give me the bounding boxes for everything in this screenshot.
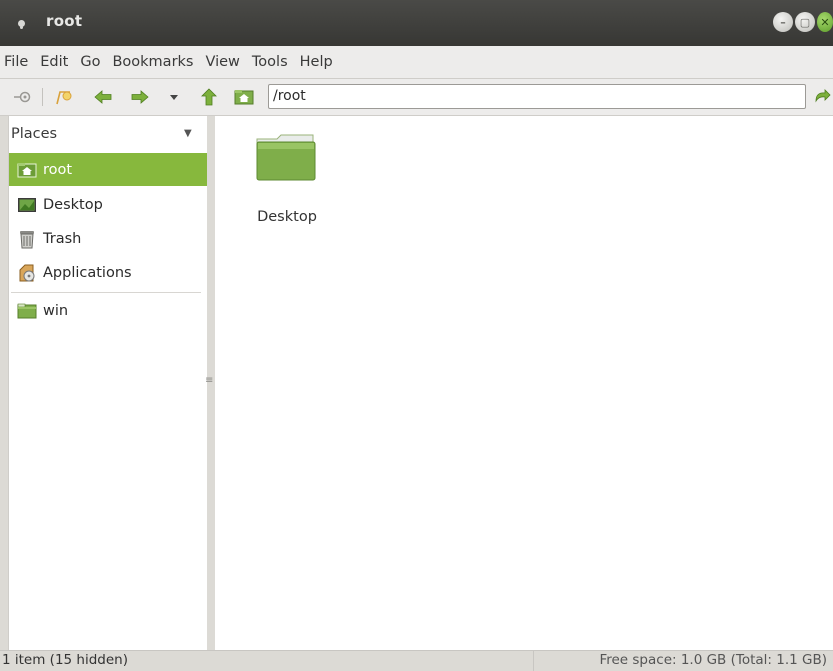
window-title: root <box>46 12 83 30</box>
menu-edit[interactable]: Edit <box>34 54 74 70</box>
sidebar-item-label: Trash <box>43 230 82 247</box>
applications-icon <box>17 263 37 283</box>
file-view[interactable]: Desktop <box>215 116 833 650</box>
title-bar: root – ▢ ✕ <box>0 0 833 46</box>
sidebar-item-label: Applications <box>43 264 132 281</box>
desktop-icon <box>17 195 37 215</box>
home-icon[interactable] <box>234 87 254 107</box>
toolbar: /root <box>0 79 833 116</box>
sidebar-item-label: win <box>43 302 69 319</box>
places-label: Places <box>11 126 58 142</box>
status-bar: 1 item (15 hidden) Free space: 1.0 GB (T… <box>0 650 833 671</box>
sidebar-item-trash[interactable]: Trash <box>9 222 208 255</box>
home-folder-icon <box>17 160 37 180</box>
back-icon[interactable] <box>93 87 113 107</box>
sidebar-item-desktop[interactable]: Desktop <box>9 188 208 221</box>
sidebar-item-root[interactable]: root <box>9 153 208 186</box>
maximize-button[interactable]: ▢ <box>795 12 815 32</box>
minimize-button[interactable]: – <box>773 12 793 32</box>
menu-bar: File Edit Go Bookmarks View Tools Help <box>0 46 833 79</box>
menu-tools[interactable]: Tools <box>246 54 294 70</box>
menu-bookmarks[interactable]: Bookmarks <box>106 54 199 70</box>
sidebar-item-win[interactable]: win <box>9 294 208 327</box>
file-item-desktop[interactable]: Desktop <box>245 133 329 225</box>
toolbar-separator <box>42 88 43 106</box>
places-dropdown[interactable]: Places ▼ <box>9 116 208 153</box>
chevron-down-icon[interactable]: ▼ <box>184 128 192 139</box>
up-icon[interactable] <box>199 87 219 107</box>
pane-handle-icon[interactable]: ≡ <box>205 375 213 386</box>
close-button[interactable]: ✕ <box>817 12 833 32</box>
window-menu-icon[interactable] <box>14 16 28 30</box>
status-separator <box>533 651 534 671</box>
menu-view[interactable]: View <box>199 54 245 70</box>
menu-help[interactable]: Help <box>294 54 339 70</box>
sidebar: Places ▼ root Desktop Trash Applications… <box>8 116 208 650</box>
status-free-space: Free space: 1.0 GB (Total: 1.1 GB) <box>599 652 827 668</box>
menu-go[interactable]: Go <box>74 54 106 70</box>
location-input[interactable]: /root <box>268 84 806 109</box>
file-name: Desktop <box>257 209 317 225</box>
sidebar-item-label: Desktop <box>43 196 103 213</box>
menu-file[interactable]: File <box>0 54 34 70</box>
sidebar-item-applications[interactable]: Applications <box>9 256 208 289</box>
history-dropdown-icon[interactable] <box>164 87 184 107</box>
new-tab-icon[interactable] <box>54 87 74 107</box>
sidebar-divider <box>11 292 201 293</box>
folder-icon <box>255 133 317 183</box>
folder-icon <box>17 301 37 321</box>
status-item-count: 1 item (15 hidden) <box>2 652 128 668</box>
forward-icon[interactable] <box>130 87 150 107</box>
sidebar-item-label: root <box>43 161 73 178</box>
key-icon[interactable] <box>12 87 32 107</box>
go-icon[interactable] <box>812 87 832 107</box>
trash-icon <box>17 229 37 249</box>
